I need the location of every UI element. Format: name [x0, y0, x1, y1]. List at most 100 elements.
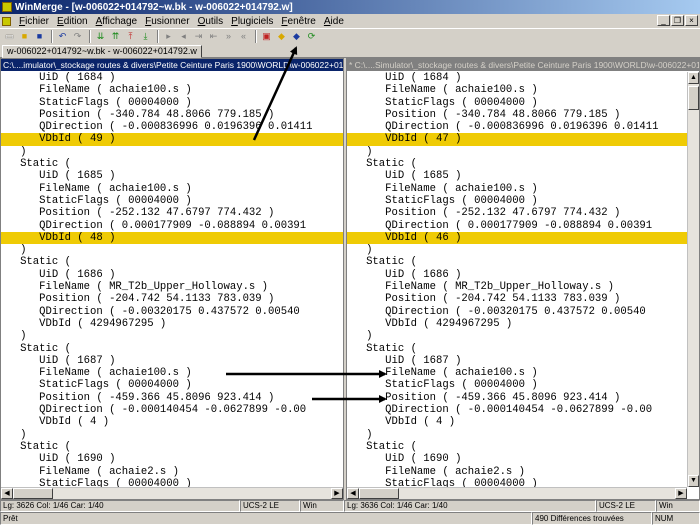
- menu-fenetre[interactable]: Fenêtre: [277, 16, 319, 27]
- code-line[interactable]: FileName ( achaie2.s ): [1, 466, 343, 478]
- code-line[interactable]: FileName ( achaie100.s ): [347, 84, 687, 96]
- next-diff-icon[interactable]: ⇊: [94, 30, 107, 43]
- diff-line[interactable]: VDbId ( 49 ): [1, 133, 343, 146]
- menu-affichage[interactable]: Affichage: [92, 16, 142, 27]
- right-file-pane[interactable]: * C:\....Simulator\_stockage routes & di…: [346, 58, 700, 500]
- code-line[interactable]: Static (: [1, 343, 343, 355]
- code-line[interactable]: UiD ( 1687 ): [1, 355, 343, 367]
- code-line[interactable]: UiD ( 1686 ): [1, 269, 343, 281]
- code-line[interactable]: Position ( -459.366 45.8096 923.414 ): [347, 392, 687, 404]
- plugin-right-icon[interactable]: ◆: [290, 30, 303, 43]
- plugin-left-icon[interactable]: ◆: [275, 30, 288, 43]
- left-file-pane[interactable]: C:\....imulator\_stockage routes & diver…: [0, 58, 344, 500]
- code-line[interactable]: ): [347, 146, 687, 158]
- code-line[interactable]: Position ( -204.742 54.1133 783.039 ): [1, 293, 343, 305]
- code-line[interactable]: QDirection ( 0.000177909 -0.088894 0.003…: [347, 220, 687, 232]
- code-line[interactable]: QDirection ( 0.000177909 -0.088894 0.003…: [1, 220, 343, 232]
- left-horizontal-scrollbar[interactable]: ◀ ▶: [1, 487, 343, 499]
- code-line[interactable]: VDbId ( 4294967295 ): [347, 318, 687, 330]
- code-line[interactable]: StaticFlags ( 00004000 ): [347, 195, 687, 207]
- diff-line[interactable]: VDbId ( 48 ): [1, 231, 343, 245]
- code-line[interactable]: FileName ( MR_T2b_Upper_Holloway.s ): [1, 281, 343, 293]
- code-line[interactable]: VDbId ( 4 ): [347, 416, 687, 428]
- menu-plugiciels[interactable]: Plugiciels: [227, 16, 277, 27]
- code-line[interactable]: QDirection ( -0.00320175 0.437572 0.0054…: [1, 306, 343, 318]
- all-left-icon[interactable]: «: [237, 30, 250, 43]
- scroll-right-icon[interactable]: ▶: [331, 488, 343, 499]
- right-code-view[interactable]: UiD ( 1684 ) FileName ( achaie100.s ) St…: [347, 72, 687, 487]
- code-line[interactable]: UiD ( 1690 ): [1, 453, 343, 465]
- code-line[interactable]: Static (: [347, 343, 687, 355]
- code-line[interactable]: ): [1, 429, 343, 441]
- code-line[interactable]: Static (: [1, 441, 343, 453]
- scroll-track[interactable]: [53, 488, 331, 499]
- code-line[interactable]: QDirection ( -0.000836996 0.0196396 0.01…: [347, 121, 687, 133]
- left-code-view[interactable]: UiD ( 1684 ) FileName ( achaie100.s ) St…: [1, 72, 343, 487]
- menu-aide[interactable]: Aide: [320, 16, 348, 27]
- save-icon[interactable]: ■: [33, 30, 46, 43]
- code-line[interactable]: ): [347, 244, 687, 256]
- code-line[interactable]: ): [1, 330, 343, 342]
- code-line[interactable]: Position ( -459.366 45.8096 923.414 ): [1, 392, 343, 404]
- code-line[interactable]: Position ( -340.784 48.8066 779.185 ): [1, 109, 343, 121]
- options-icon[interactable]: ▣: [260, 30, 273, 43]
- code-line[interactable]: UiD ( 1684 ): [347, 72, 687, 84]
- document-tab[interactable]: w-006022+014792~w.bk - w-006022+014792.w: [2, 45, 202, 58]
- last-diff-icon[interactable]: ⤓: [139, 30, 152, 43]
- refresh-icon[interactable]: ⟳: [305, 30, 318, 43]
- code-line[interactable]: QDirection ( -0.000140454 -0.0627899 -0.…: [1, 404, 343, 416]
- code-line[interactable]: UiD ( 1687 ): [347, 355, 687, 367]
- code-line[interactable]: Static (: [347, 441, 687, 453]
- code-line[interactable]: UiD ( 1685 ): [347, 170, 687, 182]
- code-line[interactable]: FileName ( achaie100.s ): [347, 367, 687, 379]
- code-line[interactable]: ): [1, 244, 343, 256]
- code-line[interactable]: Position ( -252.132 47.6797 774.432 ): [347, 207, 687, 219]
- open-icon[interactable]: ■: [18, 30, 31, 43]
- code-line[interactable]: FileName ( achaie2.s ): [347, 466, 687, 478]
- menu-edition[interactable]: Edition: [53, 16, 92, 27]
- scroll-track[interactable]: [399, 488, 675, 499]
- code-line[interactable]: StaticFlags ( 00004000 ): [1, 97, 343, 109]
- code-line[interactable]: Static (: [347, 158, 687, 170]
- code-line[interactable]: Static (: [1, 256, 343, 268]
- code-line[interactable]: FileName ( achaie100.s ): [347, 183, 687, 195]
- code-line[interactable]: UiD ( 1686 ): [347, 269, 687, 281]
- code-line[interactable]: ): [1, 146, 343, 158]
- scroll-thumb[interactable]: [359, 488, 399, 499]
- code-line[interactable]: StaticFlags ( 00004000 ): [1, 379, 343, 391]
- code-line[interactable]: Position ( -252.132 47.6797 774.432 ): [1, 207, 343, 219]
- code-line[interactable]: UiD ( 1685 ): [1, 170, 343, 182]
- code-line[interactable]: StaticFlags ( 00004000 ): [1, 478, 343, 487]
- code-line[interactable]: UiD ( 1684 ): [1, 72, 343, 84]
- scroll-left-icon[interactable]: ◀: [347, 488, 359, 499]
- vertical-scrollbar[interactable]: ▲ ▼: [687, 72, 699, 487]
- code-line[interactable]: Static (: [347, 256, 687, 268]
- document-icon[interactable]: [2, 16, 11, 26]
- menu-outils[interactable]: Outils: [194, 16, 228, 27]
- code-line[interactable]: StaticFlags ( 00004000 ): [347, 379, 687, 391]
- diff-line[interactable]: VDbId ( 46 ): [347, 231, 687, 245]
- code-line[interactable]: Static (: [1, 158, 343, 170]
- undo-icon[interactable]: ↶: [56, 30, 69, 43]
- copy-right-icon[interactable]: ▸: [162, 30, 175, 43]
- code-line[interactable]: StaticFlags ( 00004000 ): [1, 195, 343, 207]
- new-icon[interactable]: ▭: [3, 30, 16, 43]
- menu-fusionner[interactable]: Fusionner: [141, 16, 193, 27]
- right-horizontal-scrollbar[interactable]: ◀ ▶: [347, 487, 687, 499]
- scroll-right-icon[interactable]: ▶: [675, 488, 687, 499]
- code-line[interactable]: FileName ( achaie100.s ): [1, 84, 343, 96]
- prev-diff-icon[interactable]: ⇈: [109, 30, 122, 43]
- code-line[interactable]: UiD ( 1690 ): [347, 453, 687, 465]
- code-line[interactable]: VDbId ( 4294967295 ): [1, 318, 343, 330]
- scroll-thumb[interactable]: [688, 86, 699, 110]
- scroll-down-icon[interactable]: ▼: [688, 475, 699, 487]
- copy-left-icon[interactable]: ◂: [177, 30, 190, 43]
- scroll-up-icon[interactable]: ▲: [688, 72, 699, 84]
- scroll-left-icon[interactable]: ◀: [1, 488, 13, 499]
- all-right-icon[interactable]: »: [222, 30, 235, 43]
- first-diff-icon[interactable]: ⤒: [124, 30, 137, 43]
- code-line[interactable]: FileName ( MR_T2b_Upper_Holloway.s ): [347, 281, 687, 293]
- code-line[interactable]: FileName ( achaie100.s ): [1, 183, 343, 195]
- code-line[interactable]: FileName ( achaie100.s ): [1, 367, 343, 379]
- code-line[interactable]: VDbId ( 4 ): [1, 416, 343, 428]
